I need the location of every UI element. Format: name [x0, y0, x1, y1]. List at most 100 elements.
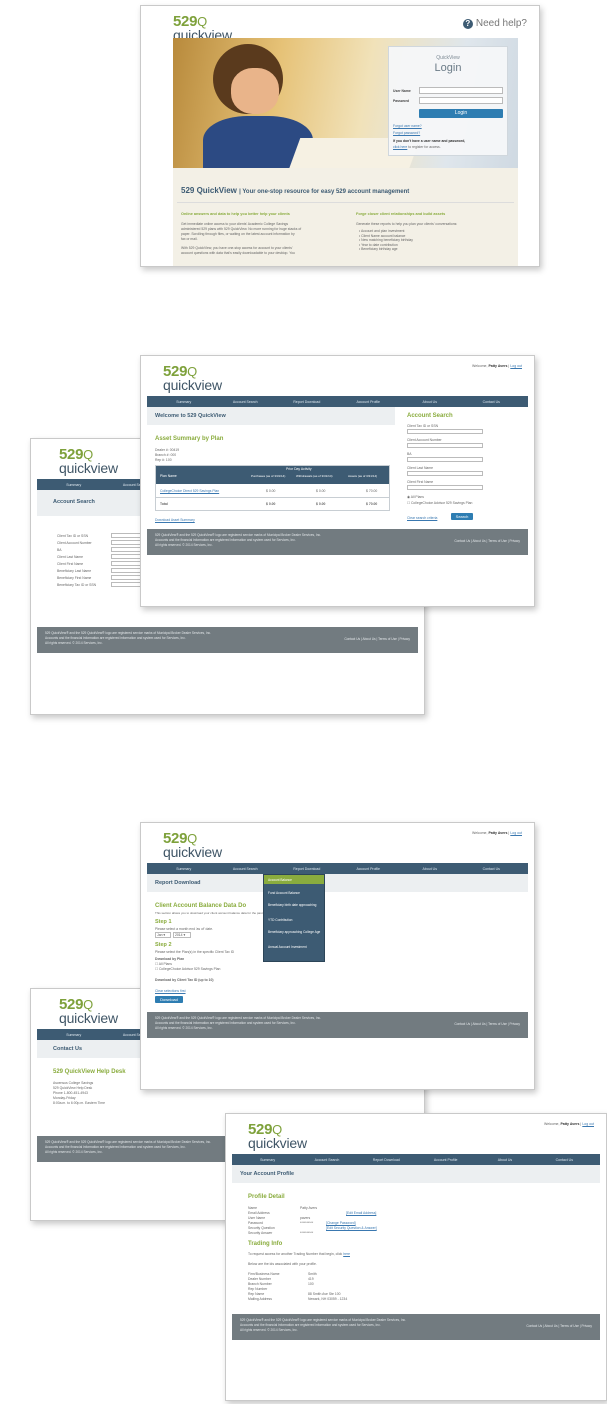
clear-search-link[interactable]: Clear search criteria	[407, 516, 437, 520]
forgot-username-link[interactable]: Forgot user name?	[393, 124, 422, 128]
brand-logo: 529Q quickview	[59, 446, 118, 476]
form-label: Beneficiary Tax ID or SSN	[57, 583, 97, 587]
login-panel: QuickView Login User Name Password Login…	[388, 46, 508, 156]
footer-links[interactable]: Contact Us | About Us | Terms of Use | P…	[454, 1022, 520, 1027]
option-collegechoice[interactable]: ☐ CollegeChoice Advisor 529 Savings Plan	[155, 967, 220, 971]
register-tail: to register for access.	[408, 145, 441, 149]
report-heading: Client Account Balance Data Do	[155, 903, 247, 909]
child-face	[231, 68, 279, 114]
step2-heading: Step 2	[155, 942, 172, 948]
nav-account-profile[interactable]: Account Profile	[340, 867, 398, 871]
page-title: Welcome to 529 QuickView	[155, 413, 226, 419]
col2-heading: Forge closer client relationships and bu…	[356, 212, 446, 216]
side-ba-input[interactable]	[407, 457, 483, 462]
main-nav: Summary Account Search Report Download A…	[232, 1154, 600, 1165]
trade-value: 100	[308, 1282, 314, 1286]
nav-about-us[interactable]: About Us	[401, 867, 459, 871]
report-dropdown-menu: Account Balance Fund Account Balance Ben…	[263, 874, 325, 962]
username-input[interactable]	[419, 87, 503, 94]
password-label: Password	[393, 99, 410, 103]
nav-account-search[interactable]: Account Search	[299, 1158, 354, 1162]
form-label: Beneficiary Last Name	[57, 569, 92, 573]
login-button[interactable]: Login	[419, 109, 503, 118]
need-help-link[interactable]: ? Need help?	[462, 18, 527, 29]
side-field-label: Client Account Number	[407, 438, 442, 442]
panel-subtitle: QuickView	[436, 55, 460, 61]
nav-about-us[interactable]: About Us	[477, 1158, 532, 1162]
nav-summary[interactable]: Summary	[155, 400, 213, 404]
nav-contact-us[interactable]: Contact Us	[463, 400, 521, 404]
cell-purchases: $ 0.00	[266, 489, 276, 493]
welcome-user: Welcome, Patty Avers | Log out	[543, 1122, 594, 1126]
footer-links[interactable]: Contact Us | About Us | Terms of Use | P…	[454, 539, 520, 544]
col1-heading: Online answers and data to help you bett…	[181, 212, 290, 216]
option-all-plans[interactable]: ☐ All Plans	[155, 962, 172, 966]
nav-account-profile[interactable]: Account Profile	[418, 1158, 473, 1162]
nav-summary[interactable]: Summary	[240, 1158, 295, 1162]
logout-link[interactable]: Log out	[510, 831, 522, 835]
side-last-name-input[interactable]	[407, 471, 483, 476]
contact-line: Ascensus College Savings	[53, 1081, 94, 1085]
nav-report-download[interactable]: Report Download	[278, 867, 336, 871]
menu-item-birth-date[interactable]: Beneficiary birth date approaching	[268, 903, 324, 907]
month-select[interactable]: Jan ▾	[155, 932, 171, 938]
side-client-tax-id-input[interactable]	[407, 429, 483, 434]
download-button[interactable]: Download	[155, 996, 183, 1003]
logout-link[interactable]: Log out	[582, 1122, 594, 1126]
register-link[interactable]: click here	[393, 145, 407, 149]
year-select[interactable]: 2014 ▾	[173, 932, 191, 938]
nav-contact-us[interactable]: Contact Us	[463, 867, 521, 871]
side-search-button[interactable]: Search	[451, 513, 473, 520]
bullet-list: • Account and plan investment • Client N…	[359, 229, 413, 252]
nav-account-search[interactable]: Account Search	[217, 400, 275, 404]
form-label: Client Tax ID or SSN	[57, 534, 89, 538]
nav-summary[interactable]: Summary	[45, 483, 103, 487]
brand-logo: 529Q quickview	[248, 1121, 307, 1151]
plan-name-link[interactable]: CollegeChoice Direct 529 Savings Plan	[160, 489, 219, 493]
total-withdrawals: $ 0.00	[316, 502, 326, 506]
side-option-all[interactable]: ◉ All Plans	[407, 495, 424, 499]
forgot-password-link[interactable]: Forgot password?	[393, 131, 420, 135]
help-icon: ?	[462, 18, 473, 29]
nav-account-profile[interactable]: Account Profile	[340, 400, 398, 404]
trading-request-link[interactable]: here	[343, 1252, 350, 1256]
col1-text-1: Get immediate online access to your clie…	[181, 222, 289, 226]
menu-item-fund-balance[interactable]: Fund Account Balance	[268, 891, 300, 895]
dealer-number: Dealer #: 00419	[155, 448, 180, 452]
nav-report-download[interactable]: Report Download	[359, 1158, 414, 1162]
logout-link[interactable]: Log out	[510, 364, 522, 368]
clear-selections-link[interactable]: Clear selections first	[155, 989, 186, 993]
side-client-account-input[interactable]	[407, 443, 483, 448]
side-option-cc[interactable]: ☐ CollegeChoice Advisor 529 Savings Plan	[407, 501, 472, 505]
nav-contact-us[interactable]: Contact Us	[537, 1158, 592, 1162]
password-input[interactable]	[419, 97, 503, 104]
change-password-link[interactable]: [Change Password]	[326, 1221, 356, 1225]
edit-security-link[interactable]: [Edit Security Question & Answer]	[326, 1226, 377, 1230]
profile-label: Security Answer	[248, 1231, 273, 1235]
trade-label: Rep Number	[248, 1287, 268, 1291]
nav-account-search[interactable]: Account Search	[217, 867, 275, 871]
nav-report-download[interactable]: Report Download	[278, 400, 336, 404]
nav-summary[interactable]: Summary	[45, 1033, 103, 1037]
asset-summary-table: Prior Day Activity Plan Name Purchases (…	[155, 465, 390, 511]
col1-text-3: paper. Scrolling through files, or waiti…	[181, 232, 295, 236]
contact-line: Phone 1-800-451-4943	[53, 1091, 88, 1095]
col-assets: Assets (as of 3/31/14)	[348, 474, 378, 478]
footer-links[interactable]: Contact Us | About Us | Terms of Use | P…	[344, 637, 410, 642]
headline: 529 QuickView | Your one-stop resource f…	[181, 186, 410, 195]
side-first-name-input[interactable]	[407, 485, 483, 490]
nav-about-us[interactable]: About Us	[401, 400, 459, 404]
download-asset-summary-link[interactable]: Download Asset Summary	[155, 518, 195, 522]
login-page-card: 529Q quickview ? Need help? QuickView Lo…	[140, 5, 540, 267]
menu-item-college-age[interactable]: Beneficiary approaching College Age	[268, 930, 324, 934]
contact-line: Monday-Friday	[53, 1096, 76, 1100]
menu-item-annual-investment[interactable]: Annual Account Investment	[268, 945, 307, 949]
bullet-item: • Beneficiary birthday age	[359, 247, 398, 252]
menu-item-ytd-contribution[interactable]: YTD Contribution	[268, 918, 292, 922]
footer-links[interactable]: Contact Us | About Us | Terms of Use | P…	[526, 1324, 592, 1329]
page-footer: 529 QuickView® and the 529 QuickView® lo…	[147, 529, 528, 555]
contact-line: 529 QuickView Help Desk	[53, 1086, 93, 1090]
profile-name-value: Patty Avers	[300, 1206, 318, 1210]
nav-summary[interactable]: Summary	[155, 867, 213, 871]
edit-email-link[interactable]: [Edit Email Address]	[346, 1211, 376, 1215]
